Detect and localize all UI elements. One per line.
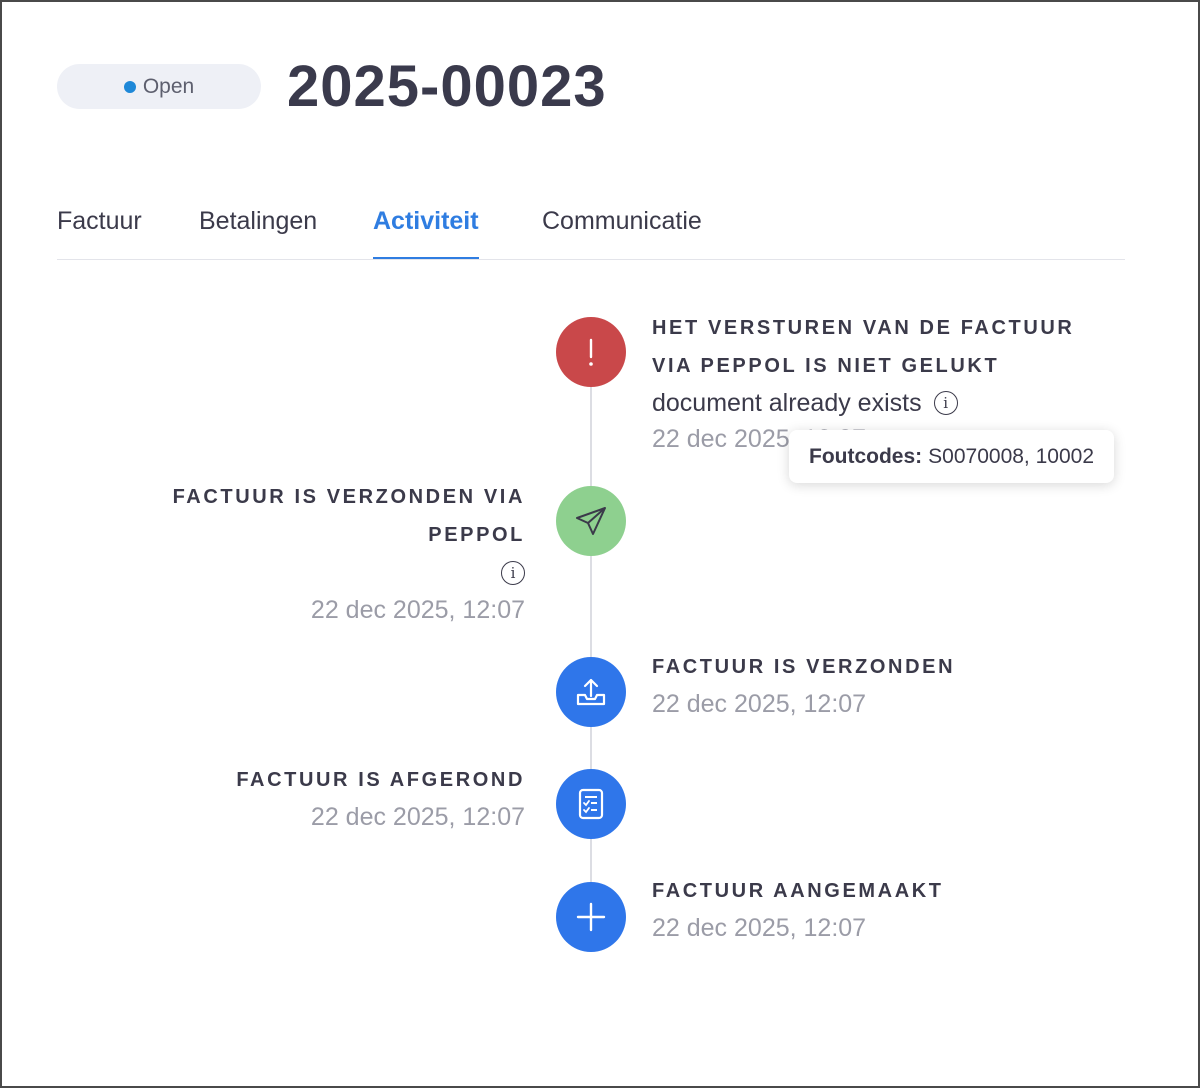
status-label: Open <box>142 74 195 98</box>
event-title: PEPPOL <box>428 524 525 546</box>
info-icon[interactable]: i <box>501 561 525 585</box>
event-sent-via-peppol: FACTUUR IS VERZONDEN VIA PEPPOL i 22 dec… <box>173 478 525 628</box>
event-sent: FACTUUR IS VERZONDEN 22 dec 2025, 12:07 <box>652 648 955 722</box>
error-node <box>556 317 626 387</box>
status-badge: Open <box>57 64 261 109</box>
event-date: 22 dec 2025, 12:07 <box>310 803 525 831</box>
tab-bar: Factuur Betalingen Activiteit Communicat… <box>57 199 1125 260</box>
sent-peppol-node <box>556 486 626 556</box>
activity-panel: Open 2025-00023 Factuur Betalingen Activ… <box>0 0 1200 1088</box>
event-title: FACTUUR AANGEMAAKT <box>652 880 944 902</box>
event-title: FACTUUR IS AFGEROND <box>236 769 525 791</box>
info-row: i <box>173 554 525 592</box>
event-date: 22 dec 2025, 12:07 <box>310 596 525 624</box>
error-codes-tooltip: Foutcodes: S0070008, 10002 <box>789 430 1114 483</box>
info-icon[interactable]: i <box>933 391 958 415</box>
checklist-icon <box>578 788 604 820</box>
tooltip-label: Foutcodes: <box>809 444 923 468</box>
sent-node <box>556 657 626 727</box>
exclamation-icon <box>589 338 593 366</box>
event-title: FACTUUR IS VERZONDEN <box>652 656 956 678</box>
tab-communicatie[interactable]: Communicatie <box>542 203 702 257</box>
event-date: 22 dec 2025, 12:07 <box>652 914 867 942</box>
event-title: FACTUUR IS VERZONDEN VIA <box>172 486 525 508</box>
event-date: 22 dec 2025, 12:07 <box>652 690 867 718</box>
event-finalized: FACTUUR IS AFGEROND 22 dec 2025, 12:07 <box>236 761 525 835</box>
page-title: 2025-00023 <box>287 54 607 119</box>
tooltip-value: S0070008, 10002 <box>928 444 1094 468</box>
tab-betalingen[interactable]: Betalingen <box>199 203 317 257</box>
created-node <box>556 882 626 952</box>
upload-tray-icon <box>576 678 606 706</box>
finalized-node <box>556 769 626 839</box>
paper-plane-icon <box>576 507 606 535</box>
event-description: document already exists i <box>652 385 1074 421</box>
event-title: VIA PEPPOL IS NIET GELUKT <box>652 355 1000 377</box>
error-description: document already exists <box>652 389 922 417</box>
status-dot <box>123 80 136 93</box>
event-created: FACTUUR AANGEMAAKT 22 dec 2025, 12:07 <box>652 872 944 946</box>
plus-icon <box>576 902 606 932</box>
tab-factuur[interactable]: Factuur <box>57 203 142 257</box>
event-title: HET VERSTUREN VAN DE FACTUUR <box>652 317 1075 339</box>
tab-activiteit[interactable]: Activiteit <box>373 203 479 259</box>
